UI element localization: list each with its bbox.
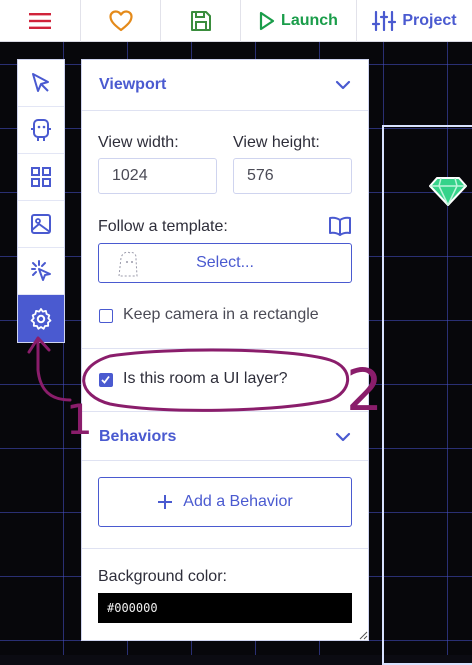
tool-room-properties[interactable] <box>18 295 64 342</box>
tool-backgrounds[interactable] <box>18 201 64 248</box>
chevron-down-icon <box>335 80 351 90</box>
tool-tiles[interactable] <box>18 154 64 201</box>
heart-icon <box>108 10 133 32</box>
ui-layer-checkbox[interactable] <box>99 373 113 387</box>
grid-tiles-icon <box>31 167 51 187</box>
ui-layer-label: Is this room a UI layer? <box>123 370 288 387</box>
project-label: Project <box>402 12 457 29</box>
robot-copy-icon <box>31 119 51 141</box>
gem-sprite-icon[interactable] <box>429 176 467 206</box>
launch-label: Launch <box>281 12 338 29</box>
view-height-label: View height: <box>233 134 320 151</box>
resize-handle-icon[interactable] <box>359 631 368 640</box>
section-divider <box>82 548 368 549</box>
view-height-input[interactable]: 576 <box>233 158 352 194</box>
viewport-title: Viewport <box>99 76 167 93</box>
section-divider <box>82 460 368 461</box>
room-properties-panel: Viewport View width: View height: 1024 5… <box>81 59 369 641</box>
top-toolbar: Launch Project <box>0 0 472 42</box>
launch-button[interactable]: Launch <box>241 0 357 42</box>
viewport-section-header[interactable]: Viewport <box>82 60 368 110</box>
camera-frame <box>382 125 472 665</box>
room-tool-strip <box>17 59 65 343</box>
behaviors-section-header[interactable]: Behaviors <box>82 412 368 462</box>
add-behavior-label: Add a Behavior <box>183 493 293 510</box>
chevron-down-icon <box>335 432 351 442</box>
project-button[interactable]: Project <box>357 0 472 42</box>
view-width-label: View width: <box>98 134 179 151</box>
behaviors-title: Behaviors <box>99 428 177 445</box>
cursor-select-icon <box>32 73 49 92</box>
keep-camera-label: Keep camera in a rectangle <box>123 306 319 323</box>
section-divider <box>82 348 368 349</box>
image-backgrounds-icon <box>31 214 51 234</box>
gear-settings-icon <box>30 307 52 330</box>
template-label: Follow a template: <box>98 218 228 235</box>
bg-color-input[interactable]: #000000 <box>98 593 352 623</box>
bg-color-label: Background color: <box>98 568 227 585</box>
save-button[interactable] <box>161 0 241 42</box>
section-divider <box>82 110 368 111</box>
view-width-input[interactable]: 1024 <box>98 158 217 194</box>
floppy-disk-icon <box>190 11 211 31</box>
favorites-button[interactable] <box>81 0 161 42</box>
checkmark-icon <box>101 375 110 384</box>
book-docs-icon[interactable] <box>328 216 352 236</box>
tool-select[interactable] <box>18 60 64 107</box>
plus-icon <box>158 495 173 509</box>
add-behavior-button[interactable]: Add a Behavior <box>98 477 352 527</box>
sliders-icon <box>372 11 397 31</box>
menu-button[interactable] <box>0 0 81 42</box>
play-icon <box>259 11 275 31</box>
keep-camera-checkbox[interactable] <box>99 309 113 323</box>
select-label: Select... <box>196 254 254 271</box>
tool-emitters[interactable] <box>18 248 64 295</box>
hamburger-menu-icon <box>29 13 51 29</box>
tool-copies[interactable] <box>18 107 64 154</box>
sparkle-cursor-icon <box>31 260 51 281</box>
template-select-button[interactable]: Select... <box>98 243 352 283</box>
